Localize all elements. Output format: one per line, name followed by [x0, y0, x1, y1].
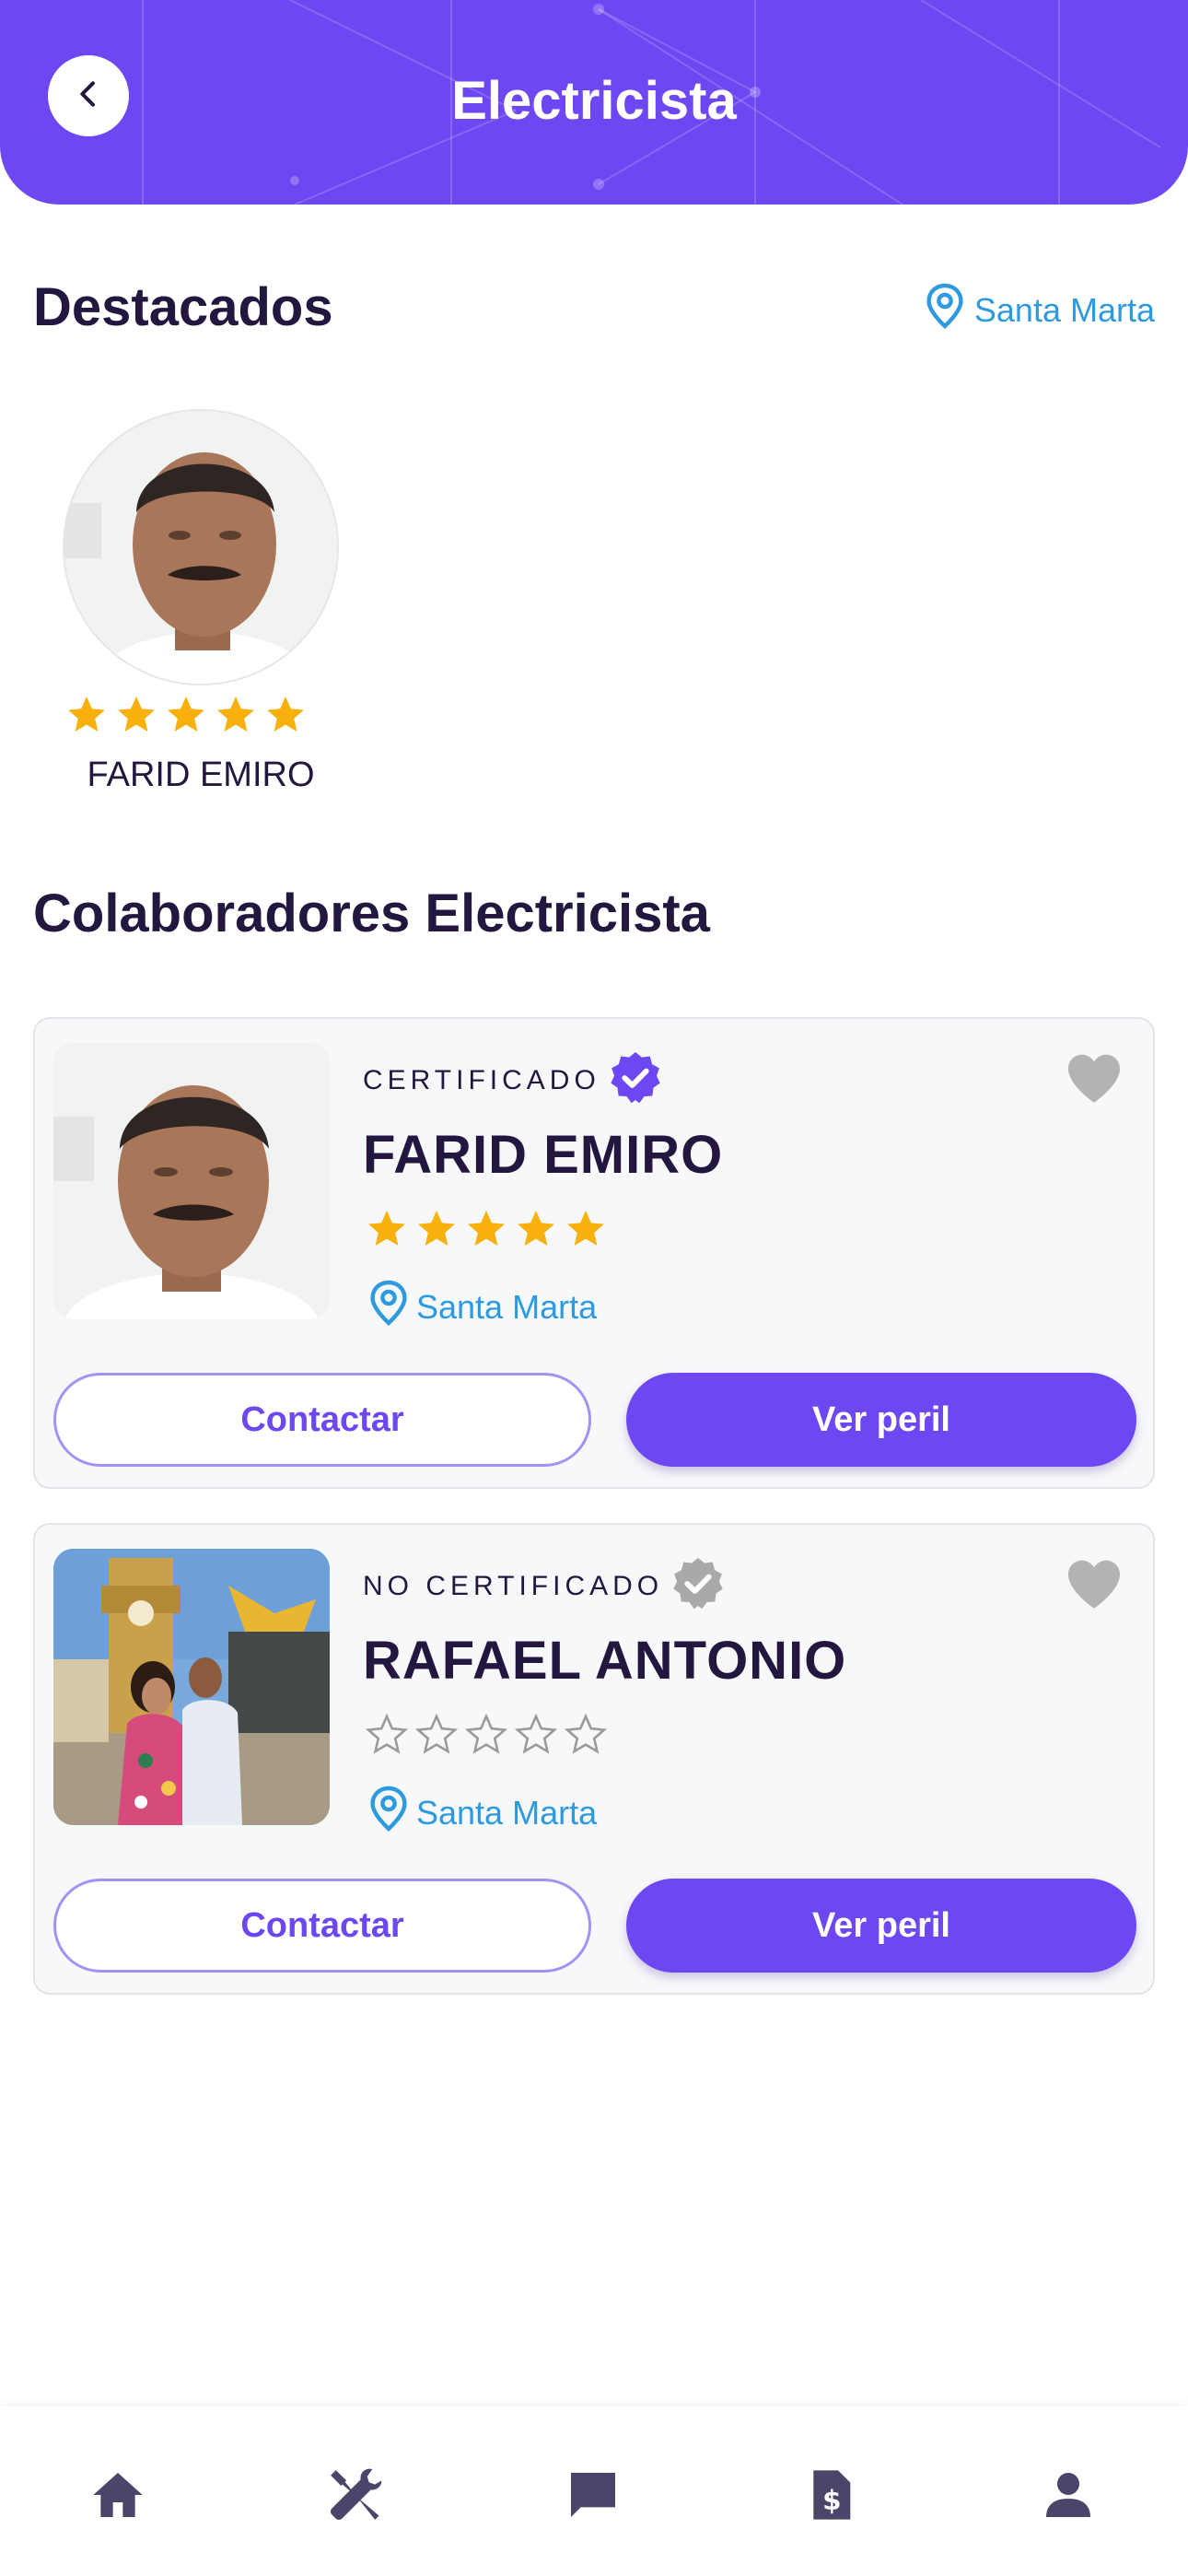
invoice-icon: $ — [801, 2465, 860, 2529]
user-icon — [1039, 2465, 1098, 2529]
star-icon — [567, 1211, 604, 1246]
star-icon — [368, 1211, 405, 1246]
star-icon — [68, 697, 105, 732]
contact-button[interactable]: Contactar — [53, 1373, 591, 1467]
collaborator-rating — [365, 1713, 608, 1757]
bottom-navigation: $ — [0, 2406, 1188, 2576]
location-pin-icon — [368, 1785, 409, 1841]
tools-icon — [324, 2464, 387, 2531]
star-icon — [168, 697, 204, 732]
collaborator-photo[interactable] — [53, 1043, 330, 1319]
nav-services[interactable] — [319, 2460, 392, 2534]
home-icon — [88, 2465, 147, 2529]
star-icon — [518, 1211, 554, 1246]
collaborator-location: Santa Marta — [368, 1279, 597, 1335]
nav-invoices[interactable]: $ — [794, 2460, 868, 2534]
chat-icon — [564, 2465, 623, 2529]
location-filter[interactable]: Santa Marta — [925, 282, 1155, 338]
star-icon — [118, 697, 155, 732]
collaborator-location-label: Santa Marta — [416, 1287, 598, 1326]
collaborator-card: NO CERTIFICADO RAFAEL ANTONIO Santa Mart… — [33, 1523, 1155, 1995]
heart-icon — [1065, 1054, 1124, 1109]
favorite-button[interactable] — [1065, 1050, 1124, 1110]
view-profile-button[interactable]: Ver peril — [626, 1879, 1136, 1973]
svg-text:$: $ — [822, 2485, 841, 2516]
unverified-badge-icon — [669, 1554, 728, 1618]
heart-icon — [1065, 1560, 1124, 1615]
featured-item[interactable]: FARID EMIRO — [63, 409, 339, 795]
view-profile-button[interactable]: Ver peril — [626, 1373, 1136, 1467]
star-outline-icon — [514, 1713, 558, 1754]
location-pin-icon — [368, 1279, 409, 1335]
star-outline-icon — [365, 1713, 409, 1754]
verified-badge-icon — [606, 1048, 665, 1112]
collaborator-name: RAFAEL ANTONIO — [363, 1631, 847, 1691]
app-header: Electricista — [0, 0, 1188, 205]
nav-chat[interactable] — [556, 2460, 630, 2534]
location-filter-label: Santa Marta — [973, 290, 1155, 329]
nav-home[interactable] — [81, 2460, 155, 2534]
star-icon — [267, 697, 304, 732]
featured-section-title: Destacados — [33, 277, 333, 337]
collaborator-location-label: Santa Marta — [416, 1793, 598, 1832]
star-outline-icon — [464, 1713, 508, 1754]
certification-label: NO CERTIFICADO — [363, 1570, 664, 1601]
location-pin-icon — [925, 282, 965, 338]
contact-button[interactable]: Contactar — [53, 1879, 591, 1973]
featured-name: FARID EMIRO — [87, 755, 315, 794]
collaborator-card: CERTIFICADO FARID EMIRO Santa Marta Cont… — [33, 1017, 1155, 1489]
collaborator-location: Santa Marta — [368, 1785, 597, 1841]
favorite-button[interactable] — [1065, 1556, 1124, 1616]
collaborators-section-title: Colaboradores Electricista — [33, 884, 710, 943]
nav-profile[interactable] — [1031, 2460, 1105, 2534]
collaborator-photo[interactable] — [53, 1549, 330, 1825]
page-title: Electricista — [451, 71, 737, 131]
collaborator-name: FARID EMIRO — [363, 1125, 724, 1185]
star-icon — [418, 1211, 455, 1246]
certification-row: NO CERTIFICADO — [363, 1554, 728, 1618]
star-outline-icon — [564, 1713, 608, 1754]
star-icon — [468, 1211, 505, 1246]
featured-rating — [64, 693, 339, 737]
certification-row: CERTIFICADO — [363, 1048, 665, 1112]
certification-label: CERTIFICADO — [363, 1064, 600, 1095]
featured-avatar[interactable] — [63, 409, 339, 685]
collaborator-rating — [365, 1207, 608, 1251]
star-icon — [217, 697, 254, 732]
star-outline-icon — [414, 1713, 459, 1754]
